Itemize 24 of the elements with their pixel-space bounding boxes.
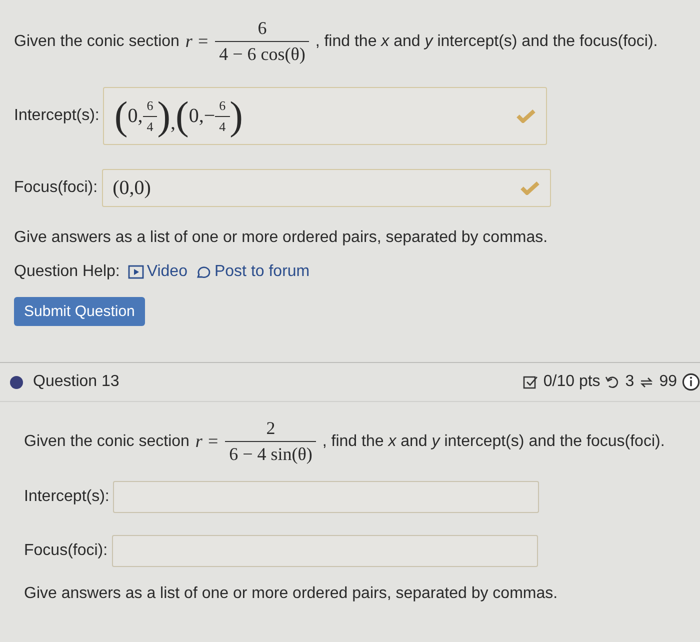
video-icon [128,265,144,279]
repeat-icon [639,374,654,390]
info-icon[interactable] [682,373,700,391]
answer-label: Focus(foci): [24,542,108,560]
help-label: Question Help: [14,263,120,281]
answer-label: Intercept(s): [14,107,100,125]
answer-field[interactable]: (0,0) [102,169,551,207]
instruction-text: Give answers as a list of one or more ordered pairs, separated by commas. [14,229,549,247]
answer-field[interactable] [112,535,538,567]
video-link[interactable]: Video [128,263,188,281]
answer-label: Intercept(s): [24,488,110,506]
question-title: Question 13 [33,373,120,391]
status-dot [10,376,23,388]
instruction-text: Give answers as a list of one or more ordered pairs, separated by commas. [24,585,559,603]
forum-link[interactable]: Post to forum [195,263,310,281]
undo-icon [605,374,620,390]
submit-button[interactable]: Submit Question [14,297,145,326]
answer-label: Focus(foci): [14,179,98,197]
checkbox-icon [523,374,538,390]
speech-bubble-icon [195,265,212,279]
retries-count: 99 [659,373,677,391]
answer-field[interactable] [113,481,540,513]
score-text: 0/10 pts [543,373,600,391]
tries-count: 3 [625,373,634,391]
